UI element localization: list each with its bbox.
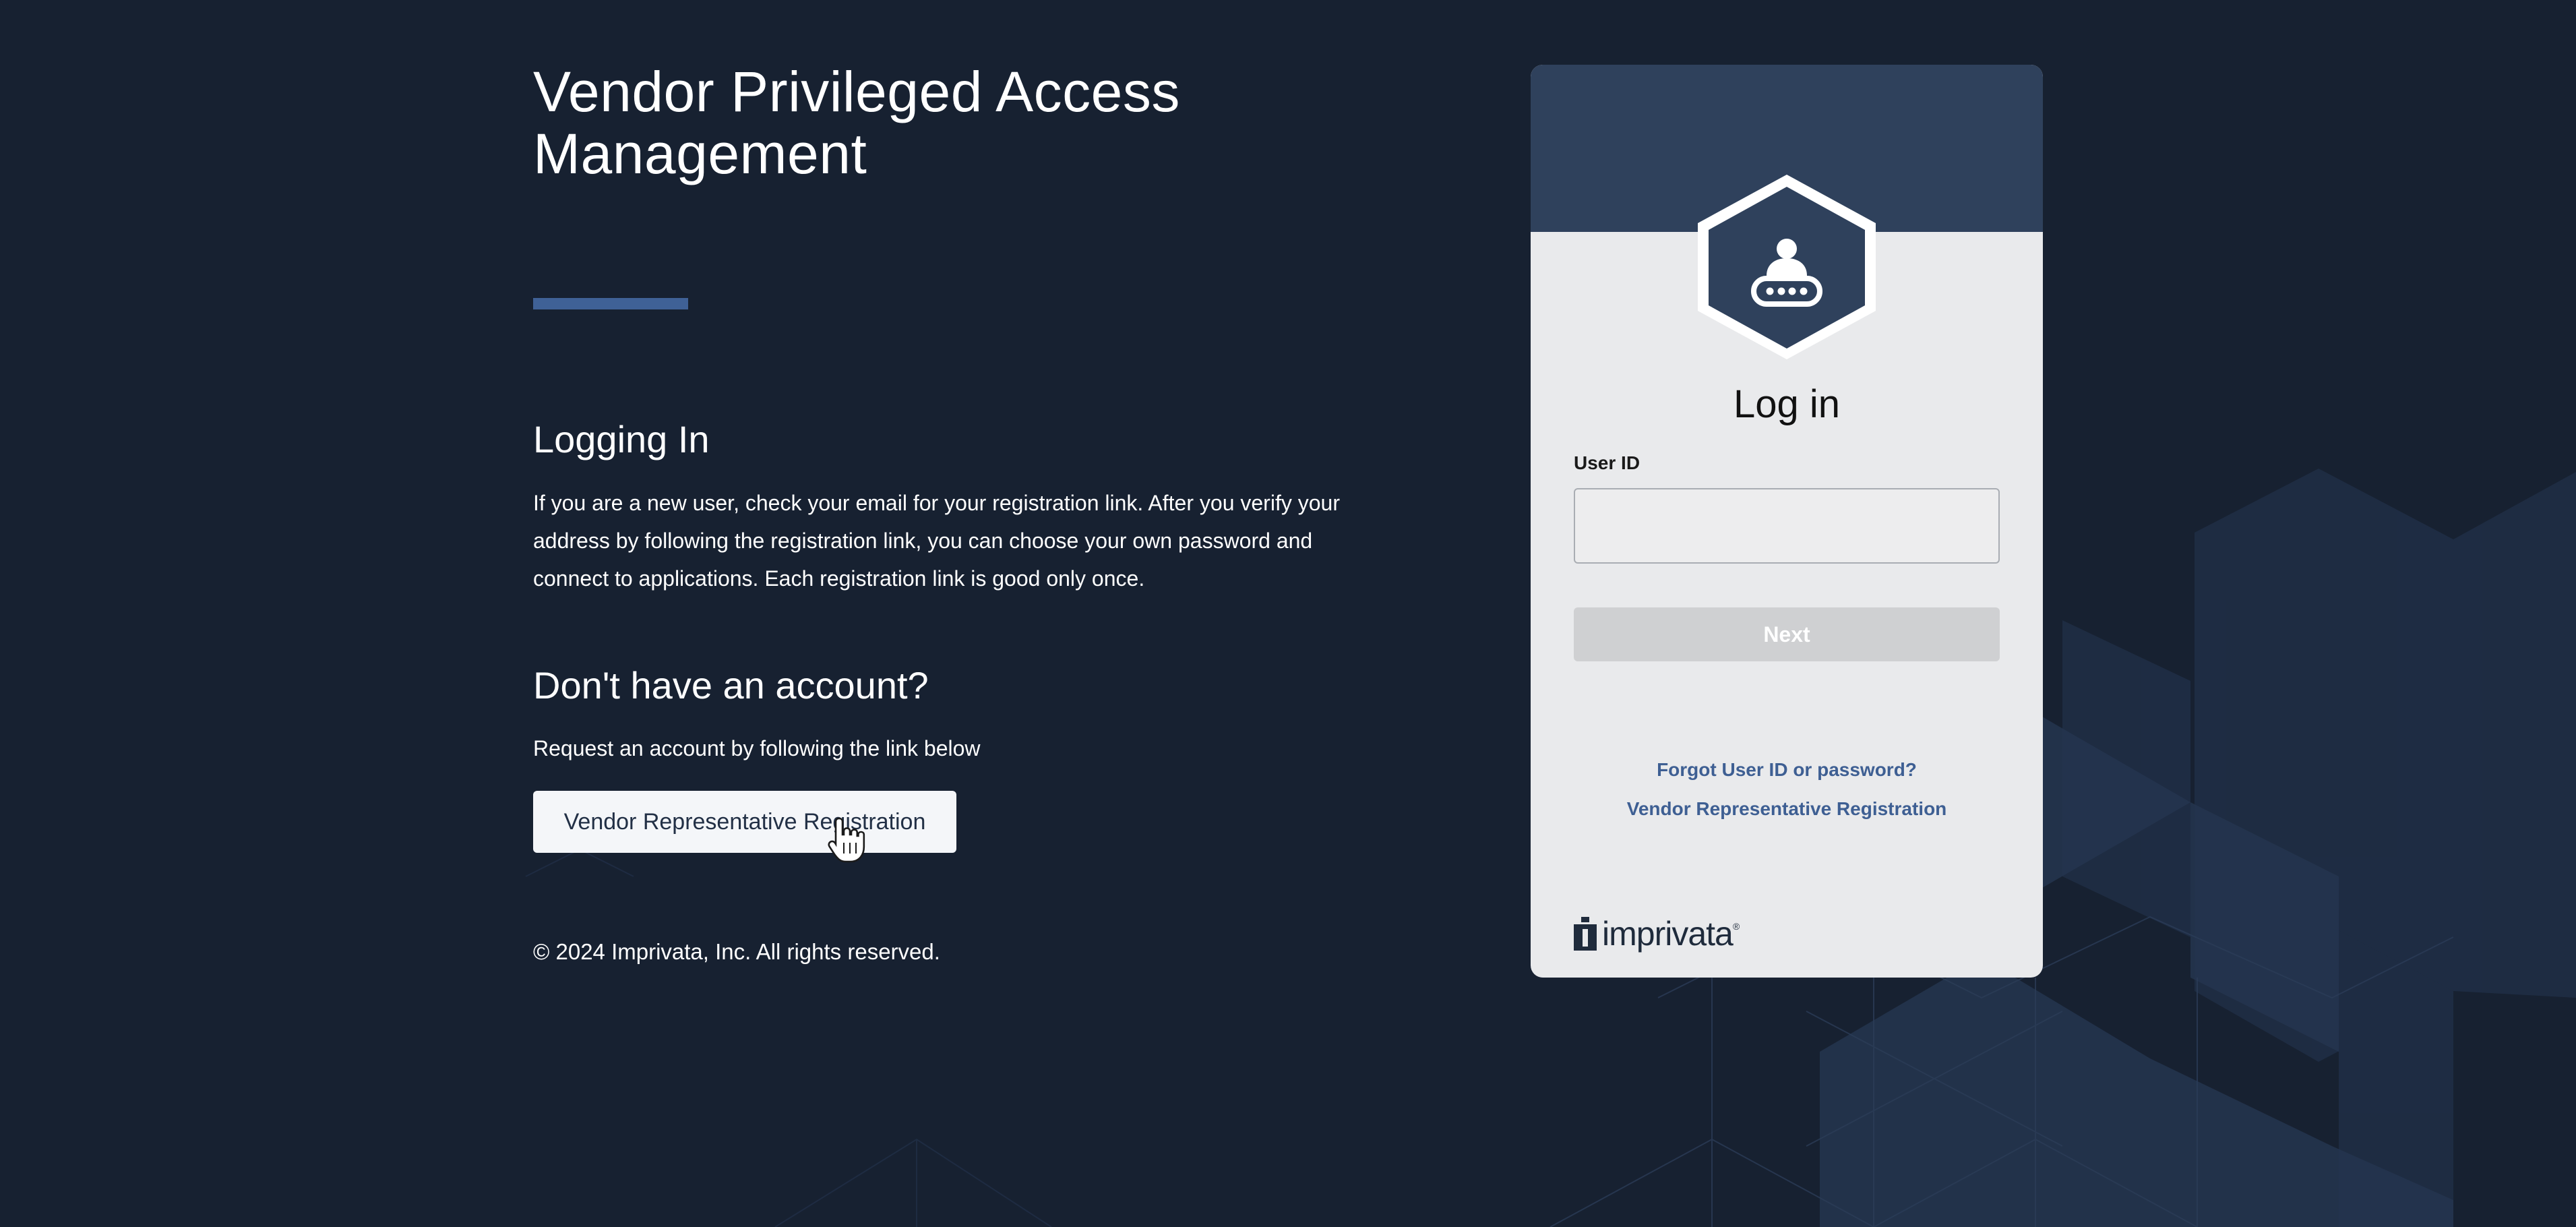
forgot-credentials-link[interactable]: Forgot User ID or password? — [1531, 759, 2043, 781]
page-title: Vendor Privileged Access Management — [533, 60, 1180, 185]
next-button[interactable]: Next — [1574, 607, 2000, 661]
login-title: Log in — [1733, 382, 1841, 426]
imprivata-logo: imprivata ® — [1574, 910, 1740, 951]
logging-in-heading: Logging In — [533, 418, 710, 460]
logging-in-paragraph: If you are a new user, check your email … — [533, 491, 1340, 591]
accent-bar — [533, 298, 688, 309]
info-panel: Vendor Privileged Access Management Logg… — [533, 60, 1362, 964]
hand-pointer-icon — [828, 817, 865, 863]
vendor-registration-button[interactable]: Vendor Representative Registration — [533, 791, 956, 853]
brand-name: imprivata — [1602, 915, 1734, 953]
brand-trademark: ® — [1732, 921, 1740, 932]
vendor-registration-link[interactable]: Vendor Representative Registration — [1531, 798, 2043, 820]
no-account-heading: Don't have an account? — [533, 664, 929, 707]
user-id-input[interactable] — [1574, 488, 2000, 564]
vendor-user-password-icon — [1698, 175, 1876, 359]
imprivata-mark-icon — [1574, 917, 1597, 951]
user-id-label: User ID — [1574, 452, 1640, 473]
login-card: Log in User ID Next Forgot User ID or pa… — [1531, 65, 2043, 978]
no-account-paragraph: Request an account by following the link… — [533, 736, 981, 760]
copyright-text: © 2024 Imprivata, Inc. All rights reserv… — [533, 939, 940, 964]
